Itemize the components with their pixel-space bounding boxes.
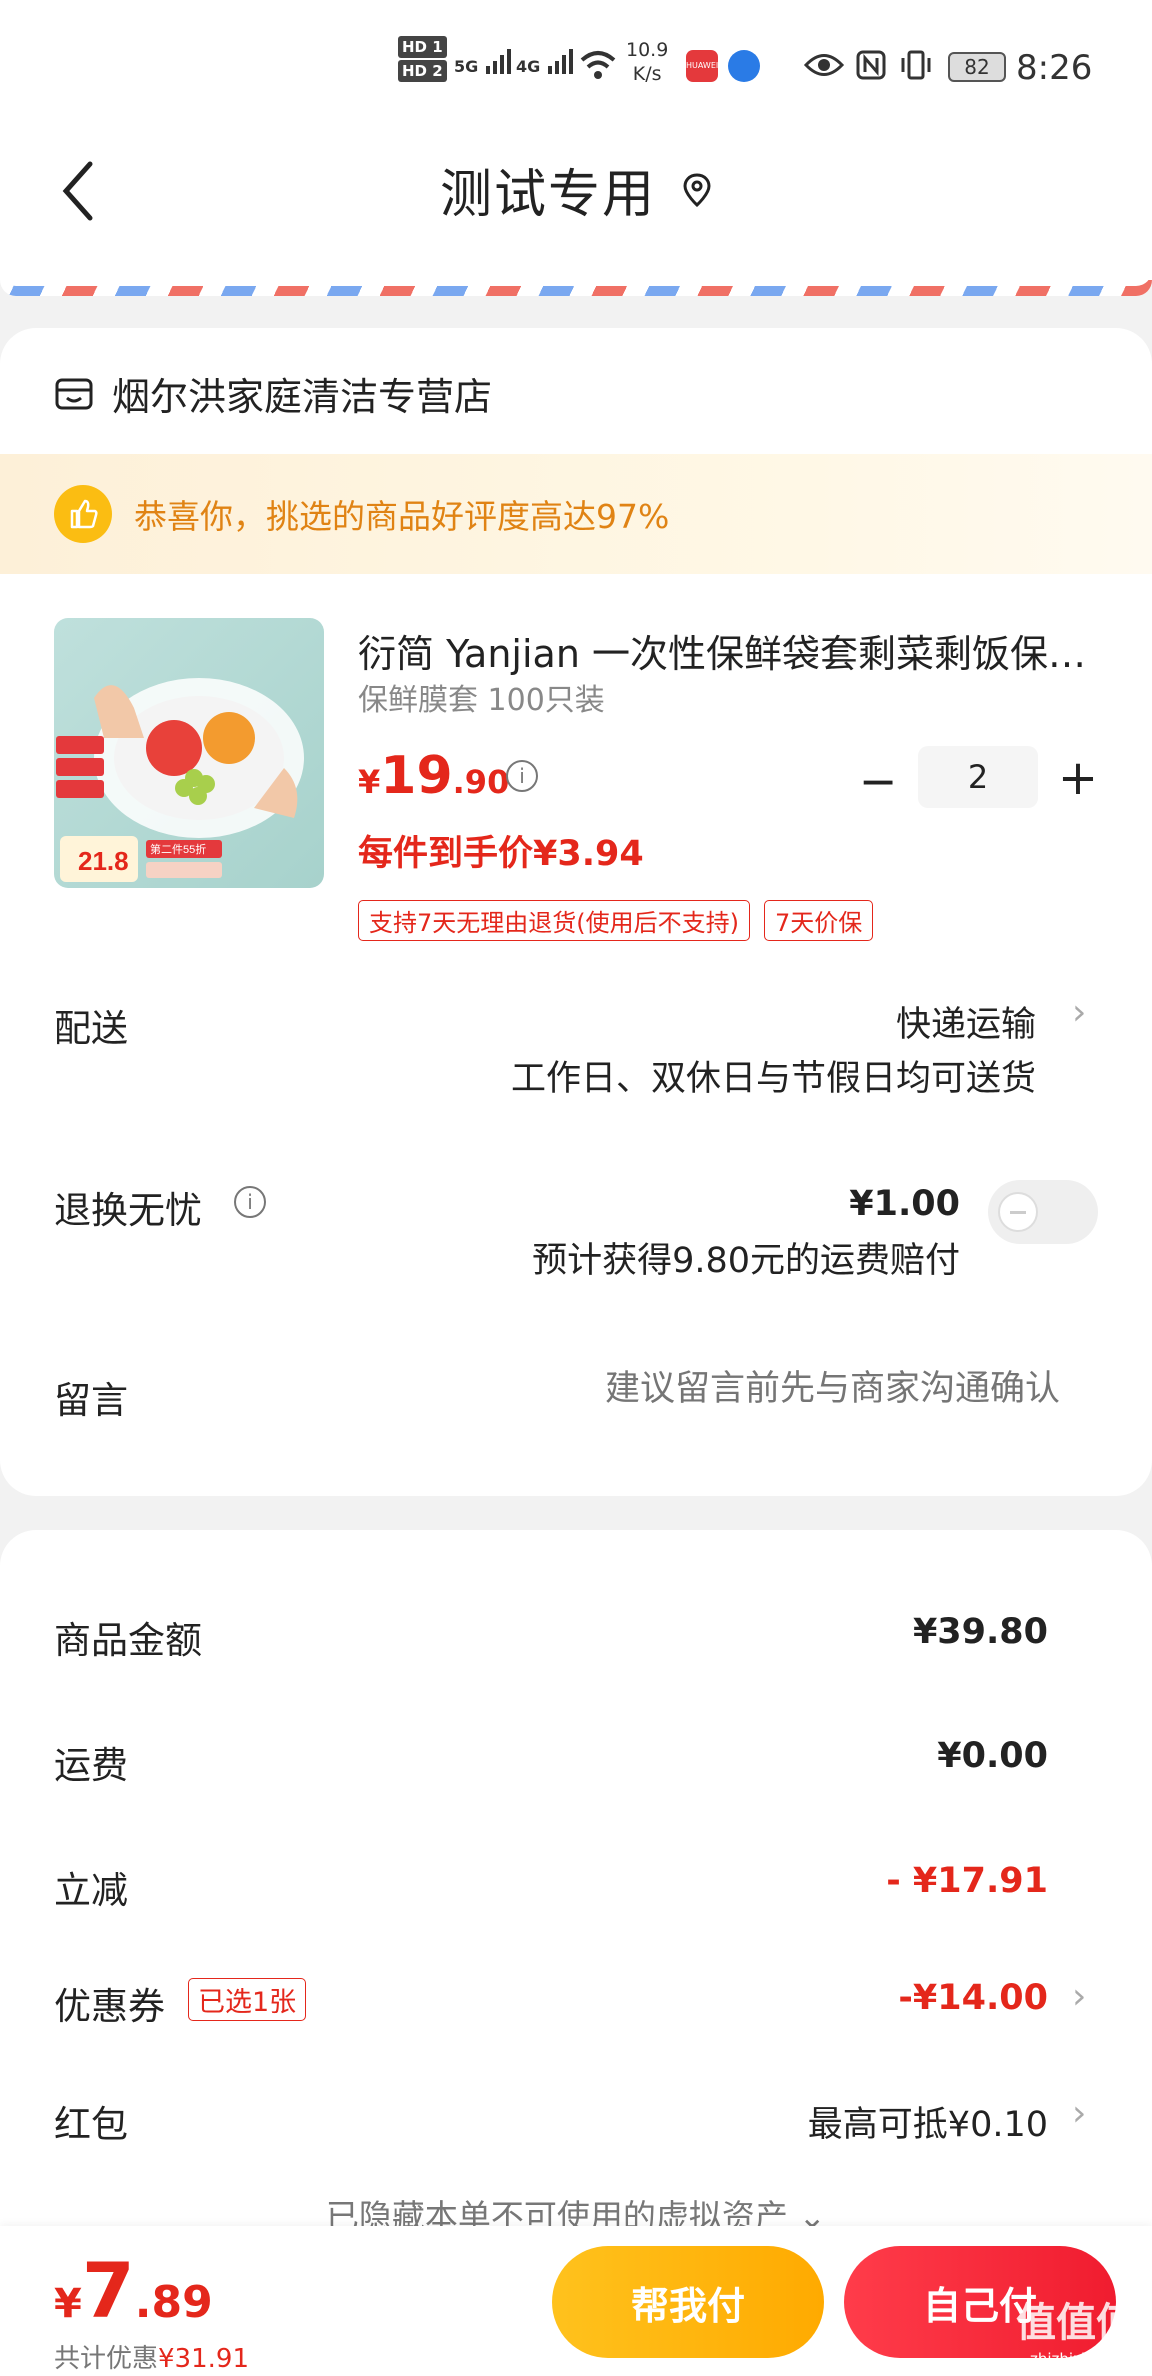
product-price: ¥ 19 .90 bbox=[358, 746, 509, 806]
product-image[interactable]: 21.8 第二件55折 bbox=[54, 618, 324, 888]
return-service-price: ¥1.00 bbox=[849, 1184, 960, 1224]
coupon-selected-tag: 已选1张 bbox=[188, 1978, 307, 2021]
toggle-knob bbox=[998, 1192, 1038, 1232]
total-savings: 共计优惠¥31.91 bbox=[54, 2338, 249, 2375]
redpack-label: 红包 bbox=[54, 2103, 128, 2146]
eye-icon bbox=[804, 54, 844, 76]
return-service-description: 预计获得9.80元的运费赔付 bbox=[532, 1241, 960, 1281]
product-title[interactable]: 衍简 Yanjian 一次性保鲜袋套剩菜剩饭保鲜膜套 bbox=[358, 623, 1098, 678]
price-info-icon[interactable]: i bbox=[506, 760, 538, 792]
product-spec[interactable]: 保鲜膜套 100只装 bbox=[358, 675, 605, 719]
checkout-bar: ¥ 7 .89 共计优惠¥31.91 帮我付 自己付 bbox=[0, 2226, 1152, 2376]
page-title-wrap: 测试专用 bbox=[0, 152, 1152, 227]
hd2-label: HD 2 bbox=[398, 60, 447, 82]
total-symbol: ¥ bbox=[54, 2281, 82, 2327]
site-watermark: 值值值 bbox=[1016, 2300, 1136, 2346]
hd-indicator: HD 1 HD 2 bbox=[398, 36, 447, 84]
coupon-chevron-icon[interactable]: › bbox=[1072, 1976, 1086, 2017]
total-price: ¥ 7 .89 bbox=[54, 2246, 213, 2335]
site-watermark-url: zhizhizhi.com bbox=[1030, 2350, 1132, 2368]
signal-5g-icon: 5G bbox=[454, 46, 514, 76]
clock: 8:26 bbox=[1016, 48, 1093, 88]
total-decimal: .89 bbox=[134, 2277, 213, 2328]
image-price-label: 21.8 bbox=[78, 846, 129, 876]
rating-banner-text: 恭喜你，挑选的商品好评度高达97% bbox=[134, 497, 670, 536]
message-label: 留言 bbox=[54, 1379, 128, 1422]
goods-amount-label: 商品金额 bbox=[54, 1619, 202, 1662]
huawei-app-icon: HUAWEI bbox=[686, 50, 718, 82]
coupon-value[interactable]: -¥14.00 bbox=[898, 1978, 1048, 2018]
return-info-icon[interactable]: i bbox=[234, 1186, 266, 1218]
quantity-increase-button[interactable]: + bbox=[1056, 754, 1100, 802]
battery-level: 82 bbox=[964, 55, 990, 79]
service-tags: 支持7天无理由退货(使用后不支持) 7天价保 bbox=[358, 900, 874, 941]
coupon-label: 优惠券 bbox=[54, 1985, 165, 2028]
order-item-card: 烟尔洪家庭清洁专营店 恭喜你，挑选的商品好评度高达97% 21.8 第二件55折 bbox=[0, 328, 1152, 1496]
signal-bars-icon bbox=[547, 49, 573, 74]
total-integer: 7 bbox=[81, 2246, 135, 2335]
quantity-decrease-button[interactable]: − bbox=[858, 758, 898, 804]
wifi-icon bbox=[580, 51, 616, 79]
location-pin-icon bbox=[683, 172, 711, 207]
help-me-pay-button[interactable]: 帮我付 bbox=[552, 2246, 824, 2358]
discount-value: - ¥17.91 bbox=[886, 1861, 1048, 1901]
savings-amount: ¥31.91 bbox=[158, 2344, 249, 2374]
page-header: 测试专用 bbox=[0, 130, 1152, 280]
price-symbol: ¥ bbox=[358, 763, 381, 801]
shipping-label: 运费 bbox=[54, 1744, 128, 1787]
redpack-value[interactable]: 最高可抵¥0.10 bbox=[808, 2096, 1048, 2147]
delivery-description: 工作日、双休日与节假日均可送货 bbox=[510, 1059, 1036, 1099]
return-service-label: 退换无忧 bbox=[54, 1189, 202, 1232]
nfc-icon bbox=[856, 50, 886, 80]
price-integer: 19 bbox=[380, 746, 453, 806]
delivery-method[interactable]: 快递运输 bbox=[896, 996, 1036, 1047]
redpack-chevron-icon[interactable]: › bbox=[1072, 2093, 1086, 2134]
battery-icon: 82 bbox=[948, 52, 1006, 82]
signal-4g-icon: 4G bbox=[516, 46, 576, 76]
price-protect-tag: 7天价保 bbox=[764, 900, 874, 941]
signal-4g-label: 4G bbox=[516, 57, 541, 76]
discount-label: 立减 bbox=[54, 1869, 128, 1912]
price-decimal: .90 bbox=[452, 763, 510, 801]
signal-bars-icon bbox=[485, 49, 511, 74]
signal-5g-label: 5G bbox=[454, 57, 479, 76]
hd1-label: HD 1 bbox=[398, 36, 447, 58]
return-policy-tag: 支持7天无理由退货(使用后不支持) bbox=[358, 900, 750, 941]
speed-unit: K/s bbox=[632, 63, 662, 85]
store-icon bbox=[55, 378, 93, 409]
rating-banner: 恭喜你，挑选的商品好评度高达97% bbox=[0, 454, 1152, 574]
per-item-price: 每件到手价¥3.94 bbox=[358, 834, 644, 874]
delivery-chevron-icon[interactable]: › bbox=[1072, 992, 1086, 1033]
savings-label: 共计优惠 bbox=[54, 2344, 159, 2374]
return-service-toggle[interactable] bbox=[988, 1180, 1098, 1244]
delivery-label: 配送 bbox=[54, 1007, 128, 1050]
message-input[interactable] bbox=[480, 1369, 1060, 1409]
thumbs-up-icon bbox=[54, 485, 112, 543]
page-title-group[interactable]: 测试专用 bbox=[440, 152, 712, 227]
page-title: 测试专用 bbox=[439, 165, 656, 225]
vibrate-icon bbox=[901, 50, 931, 80]
status-bar: HD 1 HD 2 5G 4G 10.9 K/s HUAWEI 82 8:26 bbox=[0, 0, 1152, 130]
network-speed: 10.9 K/s bbox=[626, 38, 668, 86]
image-promo-label: 第二件55折 bbox=[150, 844, 207, 856]
speed-value: 10.9 bbox=[626, 39, 669, 61]
store-name: 烟尔洪家庭清洁专营店 bbox=[112, 375, 493, 419]
address-border-cover bbox=[0, 270, 1152, 286]
goods-amount-value: ¥39.80 bbox=[912, 1612, 1048, 1652]
shipping-value: ¥0.00 bbox=[937, 1736, 1048, 1776]
browser-app-icon bbox=[728, 50, 760, 82]
quantity-input[interactable]: 2 bbox=[918, 746, 1038, 808]
store-header[interactable]: 烟尔洪家庭清洁专营店 bbox=[54, 366, 492, 421]
